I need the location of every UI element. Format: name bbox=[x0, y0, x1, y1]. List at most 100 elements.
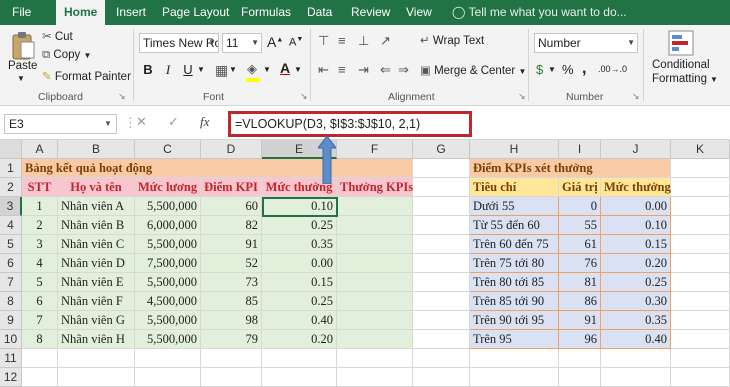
table1-cell[interactable]: Nhân viên E bbox=[58, 273, 135, 292]
table1-cell[interactable]: Nhân viên G bbox=[58, 311, 135, 330]
paste-button[interactable]: Paste bbox=[8, 60, 37, 72]
shrink-font-icon[interactable]: A▼ bbox=[289, 36, 303, 49]
table2-title[interactable]: Điểm KPIs xét thưởng bbox=[470, 159, 671, 178]
fill-dropdown-icon[interactable]: ▼ bbox=[263, 65, 271, 74]
table2-cell[interactable]: 0.00 bbox=[601, 197, 671, 216]
column-header-c[interactable]: C bbox=[135, 140, 201, 159]
align-center-icon[interactable]: ≡ bbox=[338, 62, 346, 77]
cut-button[interactable]: ✂ Cut bbox=[42, 29, 73, 43]
column-header-a[interactable]: A bbox=[22, 140, 58, 159]
empty-cell[interactable] bbox=[559, 349, 601, 368]
tab-formulas[interactable]: Formulas bbox=[241, 0, 291, 25]
row-header-5[interactable]: 5 bbox=[0, 235, 22, 254]
clipboard-launcher-icon[interactable]: ↘ bbox=[118, 91, 126, 102]
table1-cell[interactable]: 1 bbox=[22, 197, 58, 216]
row-header-4[interactable]: 4 bbox=[0, 216, 22, 235]
increase-indent-icon[interactable]: ⇒ bbox=[398, 62, 409, 78]
empty-cell[interactable] bbox=[337, 368, 413, 387]
empty-cell[interactable] bbox=[135, 368, 201, 387]
table1-cell[interactable]: Nhân viên C bbox=[58, 235, 135, 254]
column-header-h[interactable]: H bbox=[470, 140, 559, 159]
paste-dropdown-icon[interactable]: ▼ bbox=[17, 74, 25, 83]
table1-cell[interactable]: 4,500,000 bbox=[135, 292, 201, 311]
empty-cell[interactable] bbox=[22, 349, 58, 368]
fill-color-icon[interactable]: ◈ bbox=[247, 61, 257, 77]
select-all-corner[interactable] bbox=[0, 140, 22, 159]
table1-cell[interactable] bbox=[337, 330, 413, 349]
empty-cell[interactable] bbox=[559, 368, 601, 387]
table1-cell[interactable]: 5,500,000 bbox=[135, 197, 201, 216]
align-right-icon[interactable]: ⇥ bbox=[358, 62, 369, 78]
empty-cell[interactable] bbox=[671, 273, 730, 292]
table1-cell[interactable] bbox=[337, 311, 413, 330]
table1-cell[interactable]: 60 bbox=[201, 197, 262, 216]
empty-cell[interactable] bbox=[262, 349, 337, 368]
name-box[interactable]: E3 bbox=[4, 114, 117, 134]
table2-cell[interactable]: 0.10 bbox=[601, 216, 671, 235]
table1-header[interactable]: Điểm KPI bbox=[201, 178, 262, 197]
table2-cell[interactable]: Trên 60 đến 75 bbox=[470, 235, 559, 254]
tab-data[interactable]: Data bbox=[307, 0, 332, 25]
table1-cell[interactable]: 3 bbox=[22, 235, 58, 254]
column-header-f[interactable]: F bbox=[337, 140, 413, 159]
underline-dropdown-icon[interactable]: ▼ bbox=[197, 65, 205, 74]
row-header-10[interactable]: 10 bbox=[0, 330, 22, 349]
empty-cell[interactable] bbox=[671, 349, 730, 368]
tab-view[interactable]: View bbox=[406, 0, 432, 25]
table1-cell[interactable]: 5,500,000 bbox=[135, 273, 201, 292]
grow-font-icon[interactable]: A▲ bbox=[267, 34, 283, 50]
table1-cell[interactable]: 85 bbox=[201, 292, 262, 311]
table2-cell[interactable]: Trên 80 tới 85 bbox=[470, 273, 559, 292]
table1-cell[interactable]: 6 bbox=[22, 292, 58, 311]
row-header-2[interactable]: 2 bbox=[0, 178, 22, 197]
table1-title[interactable]: Bảng kết quả hoạt động bbox=[22, 159, 413, 178]
table1-header[interactable]: STT bbox=[22, 178, 58, 197]
table2-cell[interactable]: 81 bbox=[559, 273, 601, 292]
table2-header[interactable]: Giá trị bbox=[559, 178, 601, 197]
table1-cell[interactable]: 5,500,000 bbox=[135, 311, 201, 330]
table2-cell[interactable]: 76 bbox=[559, 254, 601, 273]
borders-dropdown-icon[interactable]: ▼ bbox=[229, 65, 237, 74]
empty-cell[interactable] bbox=[337, 349, 413, 368]
table2-cell[interactable]: 0.15 bbox=[601, 235, 671, 254]
table1-cell[interactable]: 2 bbox=[22, 216, 58, 235]
font-size-combo[interactable]: 11 ▼ bbox=[222, 33, 262, 53]
percent-button[interactable]: % bbox=[562, 62, 574, 77]
row-header-3[interactable]: 3 bbox=[0, 197, 22, 216]
empty-cell[interactable] bbox=[413, 368, 470, 387]
table1-cell[interactable]: 0.15 bbox=[262, 273, 337, 292]
empty-cell[interactable] bbox=[671, 235, 730, 254]
row-header-1[interactable]: 1 bbox=[0, 159, 22, 178]
row-header-9[interactable]: 9 bbox=[0, 311, 22, 330]
empty-cell[interactable] bbox=[413, 330, 470, 349]
table1-cell[interactable]: 0.20 bbox=[262, 330, 337, 349]
column-header-b[interactable]: B bbox=[58, 140, 135, 159]
table2-cell[interactable]: Trên 85 tới 90 bbox=[470, 292, 559, 311]
table1-cell[interactable]: 82 bbox=[201, 216, 262, 235]
table1-cell[interactable]: 98 bbox=[201, 311, 262, 330]
merge-center-button[interactable]: ▣ Merge & Center ▼ bbox=[420, 63, 526, 77]
column-header-i[interactable]: I bbox=[559, 140, 601, 159]
cancel-icon[interactable]: ✕ bbox=[136, 114, 147, 130]
tab-page-layout[interactable]: Page Layout bbox=[162, 0, 229, 25]
decrease-indent-icon[interactable]: ⇐ bbox=[380, 62, 391, 78]
row-header-8[interactable]: 8 bbox=[0, 292, 22, 311]
column-header-g[interactable]: G bbox=[413, 140, 470, 159]
table1-cell[interactable]: 8 bbox=[22, 330, 58, 349]
empty-cell[interactable] bbox=[470, 368, 559, 387]
format-painter-button[interactable]: ✎ Format Painter bbox=[42, 69, 131, 83]
conditional-dropdown-icon[interactable]: ▼ bbox=[710, 75, 718, 84]
align-left-icon[interactable]: ⇤ bbox=[318, 62, 329, 78]
table1-cell[interactable]: Nhân viên B bbox=[58, 216, 135, 235]
table2-cell[interactable]: 0.35 bbox=[601, 311, 671, 330]
empty-cell[interactable] bbox=[413, 197, 470, 216]
empty-cell[interactable] bbox=[201, 368, 262, 387]
empty-cell[interactable] bbox=[671, 311, 730, 330]
conditional-formatting-label-1[interactable]: Conditional bbox=[652, 59, 710, 71]
table2-cell[interactable]: 0.30 bbox=[601, 292, 671, 311]
table1-cell[interactable]: 6,000,000 bbox=[135, 216, 201, 235]
table1-cell[interactable]: 52 bbox=[201, 254, 262, 273]
table1-cell[interactable]: 0.25 bbox=[262, 292, 337, 311]
table2-header[interactable]: Mức thưởng bbox=[601, 178, 671, 197]
empty-cell[interactable] bbox=[413, 216, 470, 235]
